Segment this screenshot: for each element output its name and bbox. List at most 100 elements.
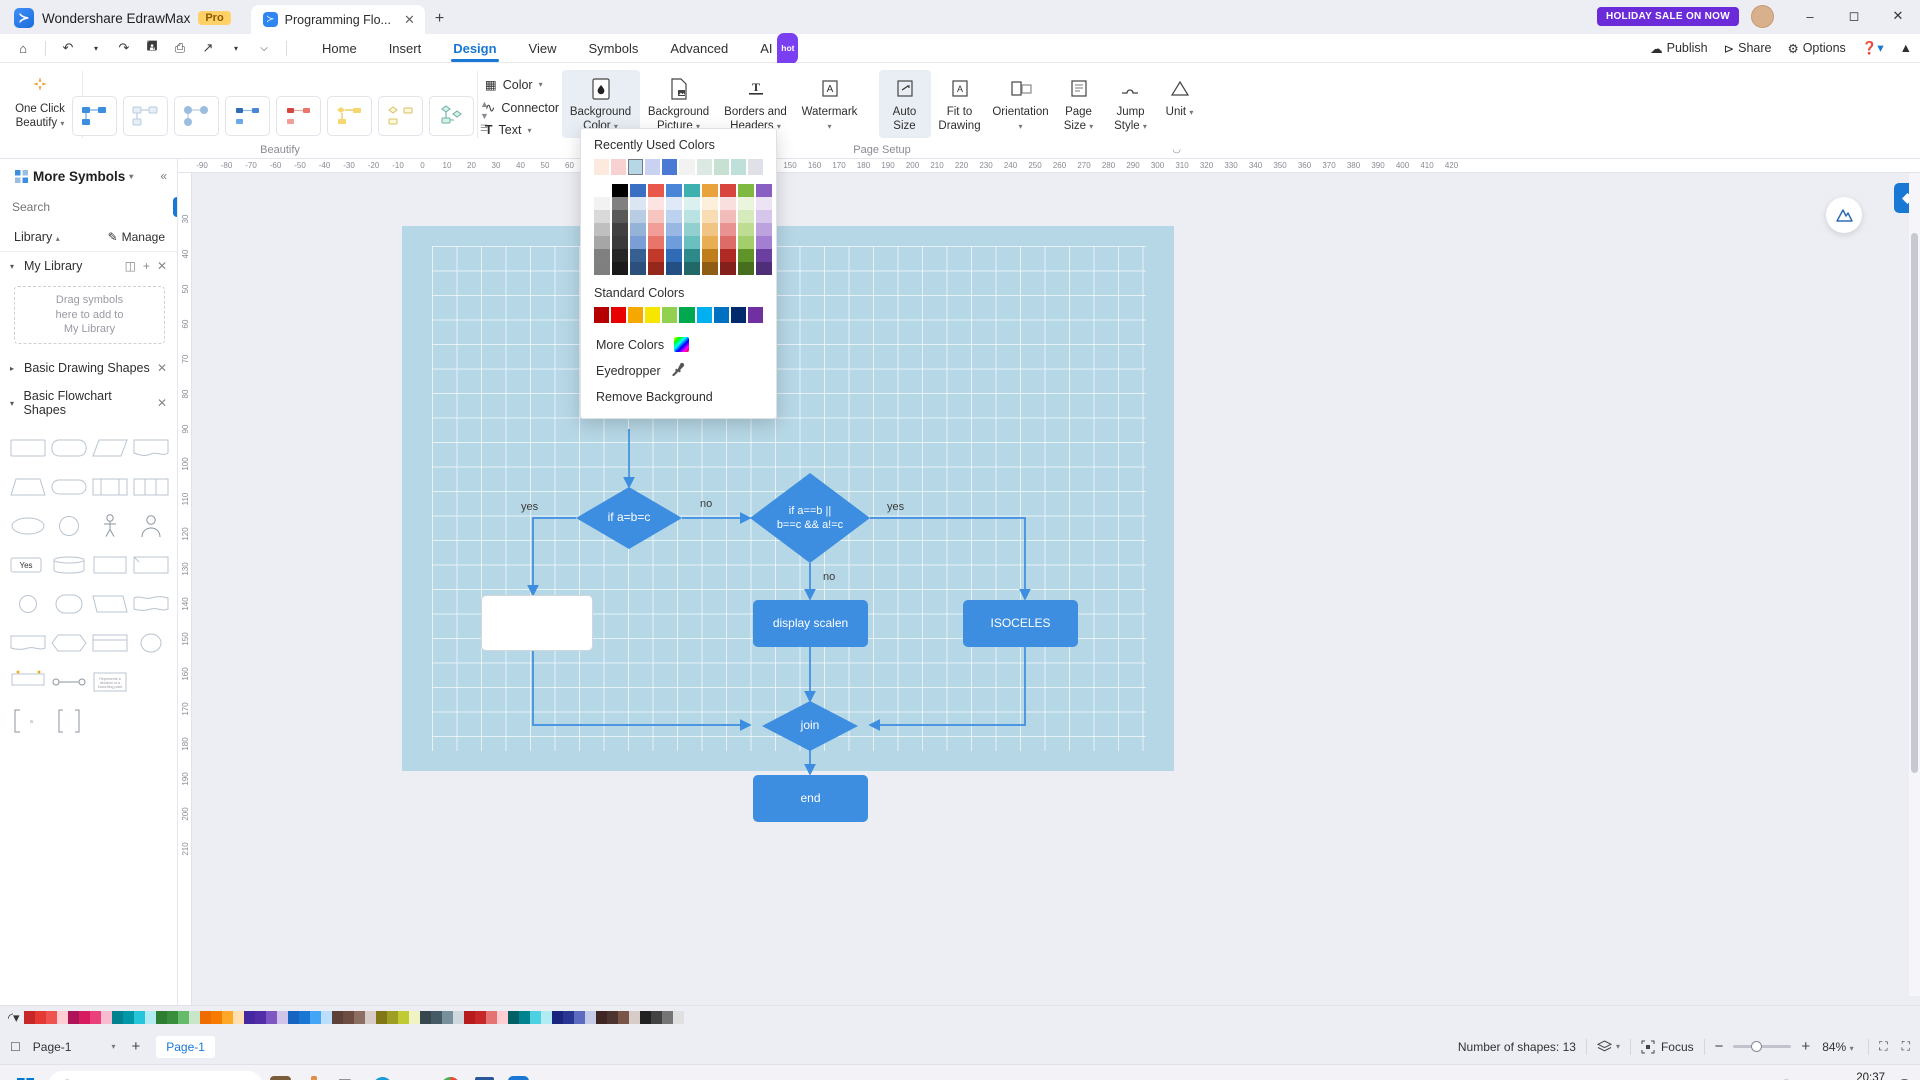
theme-color-swatch[interactable] [684, 210, 700, 223]
vertical-scrollbar-thumb[interactable] [1911, 233, 1918, 773]
shape-tab-box[interactable] [92, 627, 129, 659]
recent-color-swatch[interactable] [696, 159, 712, 175]
chrome-icon[interactable] [433, 1069, 467, 1080]
node-white-empty[interactable] [481, 595, 593, 651]
theme-color-swatch[interactable] [756, 210, 772, 223]
cortana-icon[interactable] [263, 1069, 297, 1080]
palette-swatch[interactable] [287, 1011, 299, 1024]
theme-color-swatch[interactable] [702, 210, 718, 223]
shape-bracket-pair[interactable] [51, 705, 88, 737]
minimize-icon[interactable]: – [1788, 1, 1832, 31]
word-icon[interactable]: W [467, 1069, 501, 1080]
theme-color-swatch[interactable] [684, 223, 700, 236]
save-icon[interactable]: 🖪 [139, 36, 165, 60]
remove-background-item[interactable]: Remove Background [594, 385, 763, 409]
search-input[interactable] [12, 200, 167, 214]
theme-color-swatch[interactable] [666, 197, 682, 210]
recent-color-swatch[interactable] [662, 159, 678, 175]
chevron-down-icon[interactable]: ▾ [83, 36, 109, 60]
palette-swatch[interactable] [672, 1011, 684, 1024]
theme-color-swatch[interactable] [720, 249, 736, 262]
theme-color-swatch[interactable] [702, 236, 718, 249]
shape-ellipse[interactable] [10, 510, 47, 542]
palette-swatch[interactable] [584, 1011, 596, 1024]
palette-swatch[interactable] [265, 1011, 277, 1024]
theme-color-swatch[interactable] [648, 262, 664, 275]
shape-yes-box[interactable]: Yes [10, 549, 47, 581]
shape-split-box[interactable] [92, 471, 129, 503]
theme-color-swatch[interactable] [666, 210, 682, 223]
palette-swatch[interactable] [177, 1011, 189, 1024]
recent-color-swatch[interactable] [747, 159, 763, 175]
theme-color-swatch[interactable] [738, 249, 754, 262]
shape-rectangle[interactable] [10, 432, 47, 464]
theme-color-swatch[interactable] [702, 184, 718, 197]
palette-swatch[interactable] [628, 1011, 640, 1024]
theme-color-swatch[interactable] [630, 223, 646, 236]
fill-color-icon[interactable]: ◜▾ [8, 1010, 20, 1026]
palette-swatch[interactable] [639, 1011, 651, 1024]
standard-color-swatch[interactable] [679, 307, 695, 323]
shape-stadium[interactable] [51, 471, 88, 503]
zoom-out-button[interactable]: − [1715, 1038, 1724, 1055]
options-button[interactable]: ⚙ Options [1787, 41, 1845, 56]
theme-color-swatch[interactable] [666, 249, 682, 262]
shape-blank[interactable] [132, 666, 169, 698]
recent-color-swatch[interactable] [679, 159, 695, 175]
close-icon[interactable]: ✕ [404, 12, 415, 28]
palette-swatch[interactable] [650, 1011, 662, 1024]
manage-button[interactable]: ✎ Manage [108, 230, 165, 244]
palette-swatch[interactable] [430, 1011, 442, 1024]
shape-trapezoid[interactable] [10, 471, 47, 503]
page-setup-dialog-launcher[interactable]: ◡ [1172, 144, 1181, 155]
section-my-library[interactable]: ▾ My Library ◫ + ✕ [0, 252, 177, 280]
my-library-dropzone[interactable]: Drag symbols here to add to My Library [14, 286, 165, 344]
theme-color-swatch[interactable] [756, 197, 772, 210]
palette-swatch[interactable] [144, 1011, 156, 1024]
page-size-button[interactable]: Page Size ▾ [1053, 70, 1105, 138]
theme-color-swatch[interactable] [630, 210, 646, 223]
collapse-ribbon-icon[interactable]: ▲ [1900, 41, 1912, 55]
eyedropper-item[interactable]: Eyedropper [594, 357, 763, 385]
shape-wave[interactable] [10, 627, 47, 659]
palette-swatch[interactable] [100, 1011, 112, 1024]
shape-cylinder[interactable] [51, 549, 88, 581]
zoom-slider-knob[interactable] [1751, 1041, 1763, 1052]
library-label[interactable]: Library ▴ [14, 230, 60, 244]
section-basic-drawing-shapes[interactable]: ▸ Basic Drawing Shapes ✕ [0, 354, 177, 382]
theme-color-swatch[interactable] [612, 262, 628, 275]
page-list-icon[interactable]: ☐ [10, 1040, 21, 1054]
recent-color-swatch[interactable] [594, 159, 610, 175]
beautify-style-7[interactable] [378, 95, 424, 136]
theme-color-swatch[interactable] [756, 249, 772, 262]
standard-color-swatch[interactable] [747, 307, 763, 323]
ai-assistant-button[interactable] [1826, 197, 1862, 233]
shape-connector-line[interactable] [51, 666, 88, 698]
shape-rounded-tall[interactable] [51, 588, 88, 620]
palette-swatch[interactable] [529, 1011, 541, 1024]
recent-color-swatch[interactable] [730, 159, 746, 175]
tab-ai[interactable]: AI hot [744, 32, 799, 64]
redo-icon[interactable]: ↷ [111, 36, 137, 60]
palette-swatch[interactable] [353, 1011, 365, 1024]
shape-tape[interactable] [132, 588, 169, 620]
standard-color-swatch[interactable] [611, 307, 627, 323]
palette-swatch[interactable] [496, 1011, 508, 1024]
palette-swatch[interactable] [595, 1011, 607, 1024]
standard-color-swatch[interactable] [730, 307, 746, 323]
theme-color-swatch[interactable] [594, 197, 610, 210]
palette-swatch[interactable] [210, 1011, 222, 1024]
grid-icon[interactable]: ◫ [125, 259, 136, 273]
palette-swatch[interactable] [254, 1011, 266, 1024]
close-icon[interactable]: ✕ [157, 361, 167, 375]
palette-swatch[interactable] [34, 1011, 46, 1024]
node-end[interactable]: end [753, 775, 868, 822]
shape-oval[interactable] [132, 627, 169, 659]
zoom-in-button[interactable]: + [1801, 1038, 1810, 1055]
chevron-down-icon[interactable]: ▾ [129, 172, 133, 181]
shape-banner[interactable] [10, 666, 47, 698]
theme-color-swatch[interactable] [702, 223, 718, 236]
orientation-button[interactable]: Orientation ▾ [989, 70, 1053, 138]
holiday-sale-badge[interactable]: HOLIDAY SALE ON NOW [1596, 6, 1739, 26]
task-view-icon[interactable] [331, 1069, 365, 1080]
